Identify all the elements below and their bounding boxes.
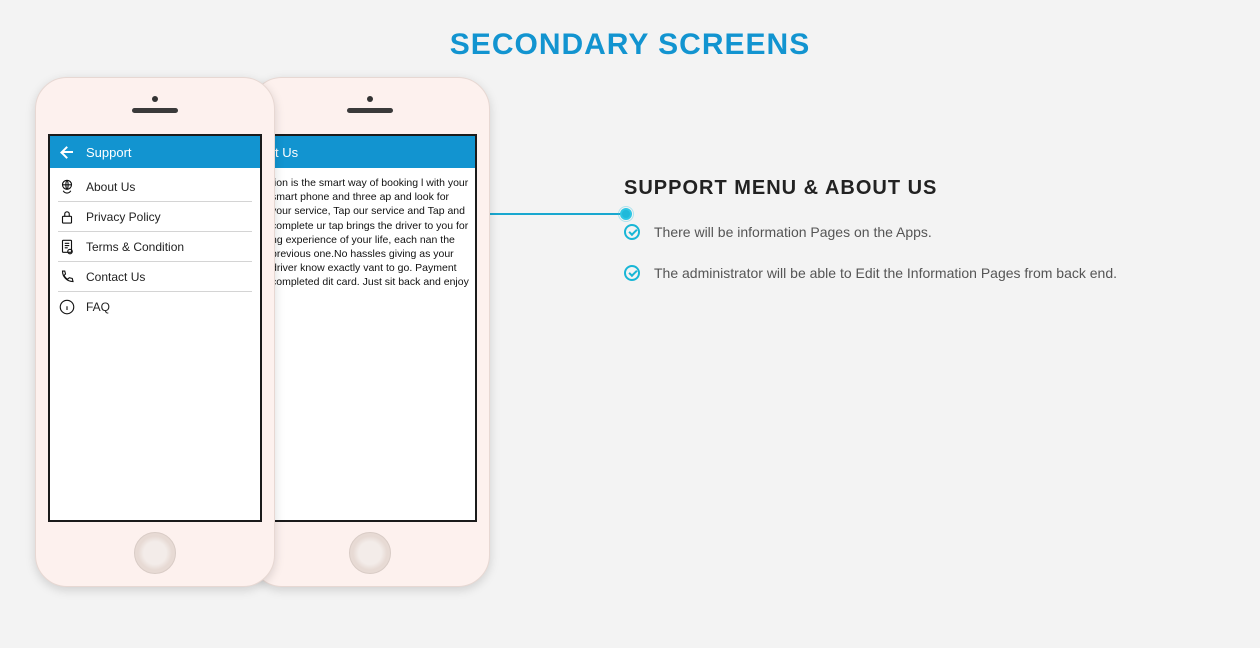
feature-text: There will be information Pages on the A…	[654, 222, 932, 243]
menu-item-about-us[interactable]: About Us	[58, 172, 252, 202]
phone-icon	[58, 268, 76, 286]
phone-back-screen: t Us tion is the smart way of booking l …	[263, 134, 477, 522]
globe-hand-icon	[58, 178, 76, 196]
info-icon	[58, 298, 76, 316]
phone-front-screen: Support About Us Privacy Policy	[48, 134, 262, 522]
stage: SUPPORT MENU & ABOUT US There will be in…	[0, 77, 1260, 637]
feature-item: There will be information Pages on the A…	[624, 222, 1184, 243]
camera-dot-icon	[367, 96, 373, 102]
phone-mockup-back: t Us tion is the smart way of booking l …	[250, 77, 490, 587]
menu-item-label: About Us	[86, 180, 135, 194]
support-menu: About Us Privacy Policy Terms & Conditio…	[50, 168, 260, 322]
feature-list: There will be information Pages on the A…	[624, 222, 1184, 284]
details-panel: SUPPORT MENU & ABOUT US There will be in…	[624, 177, 1184, 304]
earpiece-icon	[132, 108, 178, 113]
appbar-front: Support	[50, 136, 260, 168]
menu-item-contact[interactable]: Contact Us	[58, 262, 252, 292]
appbar-back-title: t Us	[275, 145, 298, 160]
menu-item-label: FAQ	[86, 300, 110, 314]
appbar-back: t Us	[265, 136, 475, 168]
menu-item-label: Terms & Condition	[86, 240, 184, 254]
check-icon	[624, 224, 640, 240]
home-button-icon	[349, 532, 391, 574]
details-heading: SUPPORT MENU & ABOUT US	[624, 177, 1184, 200]
connector-line	[475, 213, 620, 215]
menu-item-terms[interactable]: Terms & Condition	[58, 232, 252, 262]
menu-item-faq[interactable]: FAQ	[58, 292, 252, 322]
earpiece-icon	[347, 108, 393, 113]
feature-text: The administrator will be able to Edit t…	[654, 263, 1117, 284]
menu-item-privacy[interactable]: Privacy Policy	[58, 202, 252, 232]
camera-dot-icon	[152, 96, 158, 102]
home-button-icon	[134, 532, 176, 574]
hero-title: SECONDARY SCREENS	[0, 0, 1260, 62]
lock-icon	[58, 208, 76, 226]
menu-item-label: Contact Us	[86, 270, 145, 284]
check-icon	[624, 265, 640, 281]
feature-item: The administrator will be able to Edit t…	[624, 263, 1184, 284]
appbar-front-title: Support	[86, 145, 132, 160]
menu-item-label: Privacy Policy	[86, 210, 161, 224]
about-body-text: tion is the smart way of booking l with …	[265, 168, 475, 289]
document-icon	[58, 238, 76, 256]
back-arrow-icon[interactable]	[60, 145, 74, 159]
phone-mockup-front: Support About Us Privacy Policy	[35, 77, 275, 587]
